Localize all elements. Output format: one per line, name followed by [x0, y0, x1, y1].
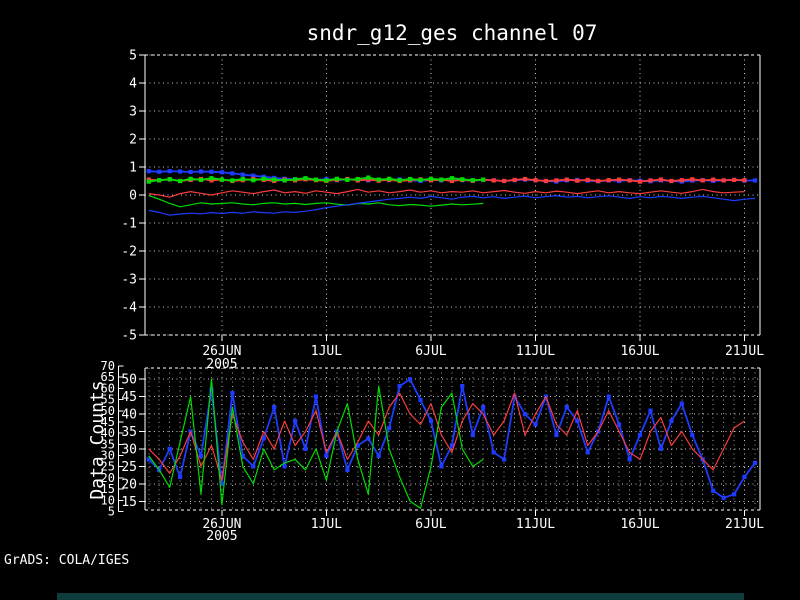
y-tick-label: -5	[121, 329, 137, 344]
y-axis-title: Data Counts	[87, 380, 108, 499]
y-tick-label: 50	[121, 373, 137, 388]
chart-title: sndr_g12_ges channel 07	[307, 21, 598, 45]
y-tick-label: 2	[129, 133, 137, 148]
x-tick-label: 6JUL	[415, 344, 446, 359]
grads-window: sndr_g12_ges channel 07 GrADS: COLA/IGES…	[0, 0, 800, 600]
x-tick-label: 11JUL	[516, 517, 555, 532]
year-label: 2005	[206, 529, 237, 544]
y-tick-label: 35	[121, 425, 137, 440]
y-tick-label: 30	[121, 442, 137, 457]
series-blue-thin	[148, 195, 756, 216]
frame	[139, 54, 761, 341]
axis-labels: 543210-1-2-3-4-526JUN 1JUL 6JUL 11JUL 16JUL 2…	[121, 49, 764, 373]
y-tick-label: -3	[121, 273, 137, 288]
outer-counts-axis: 706560555045403530252015105Data Counts	[87, 359, 124, 519]
chart-panels: 543210-1-2-3-4-526JUN 1JUL 6JUL 11JUL 16JUL 2…	[87, 49, 764, 545]
x-tick-label: 1JUL	[311, 344, 342, 359]
y-tick-label: -2	[121, 245, 137, 260]
bottom-bar	[57, 593, 744, 600]
series-red-thin	[148, 188, 745, 198]
y-tick-label: 4	[129, 77, 137, 92]
top-panel: 543210-1-2-3-4-526JUN 1JUL 6JUL 11JUL 16JUL 2…	[121, 49, 764, 373]
x-tick-label: 21JUL	[725, 344, 764, 359]
grid	[145, 54, 760, 336]
year-label: 2005	[206, 357, 237, 372]
bottom-panel: 504540353025201526JUN 1JUL 6JUL 11JUL 16JUL 2…	[87, 359, 764, 544]
y-tick-label: -1	[121, 217, 137, 232]
x-tick-label: 11JUL	[516, 344, 555, 359]
x-tick-label: 6JUL	[415, 517, 446, 532]
x-tick-label: 16JUL	[620, 517, 659, 532]
grads-watermark: GrADS: COLA/IGES	[4, 553, 129, 568]
x-tick-label: 1JUL	[311, 517, 342, 532]
outer-axis-label: 5	[108, 505, 115, 519]
x-tick-label: 16JUL	[620, 344, 659, 359]
y-tick-label: 1	[129, 161, 137, 176]
y-tick-label: 5	[129, 49, 137, 64]
frame	[139, 368, 761, 516]
y-tick-label: 25	[121, 460, 137, 475]
y-tick-label: 0	[129, 189, 137, 204]
y-tick-label: -4	[121, 301, 137, 316]
y-tick-label: 40	[121, 408, 137, 423]
x-tick-label: 21JUL	[725, 517, 764, 532]
chart-canvas: sndr_g12_ges channel 07 GrADS: COLA/IGES…	[4, 21, 764, 600]
y-tick-label: 3	[129, 105, 137, 120]
y-tick-label: 45	[121, 390, 137, 405]
series-group	[146, 169, 758, 216]
y-tick-label: 20	[121, 477, 137, 492]
y-tick-label: 15	[121, 495, 137, 510]
